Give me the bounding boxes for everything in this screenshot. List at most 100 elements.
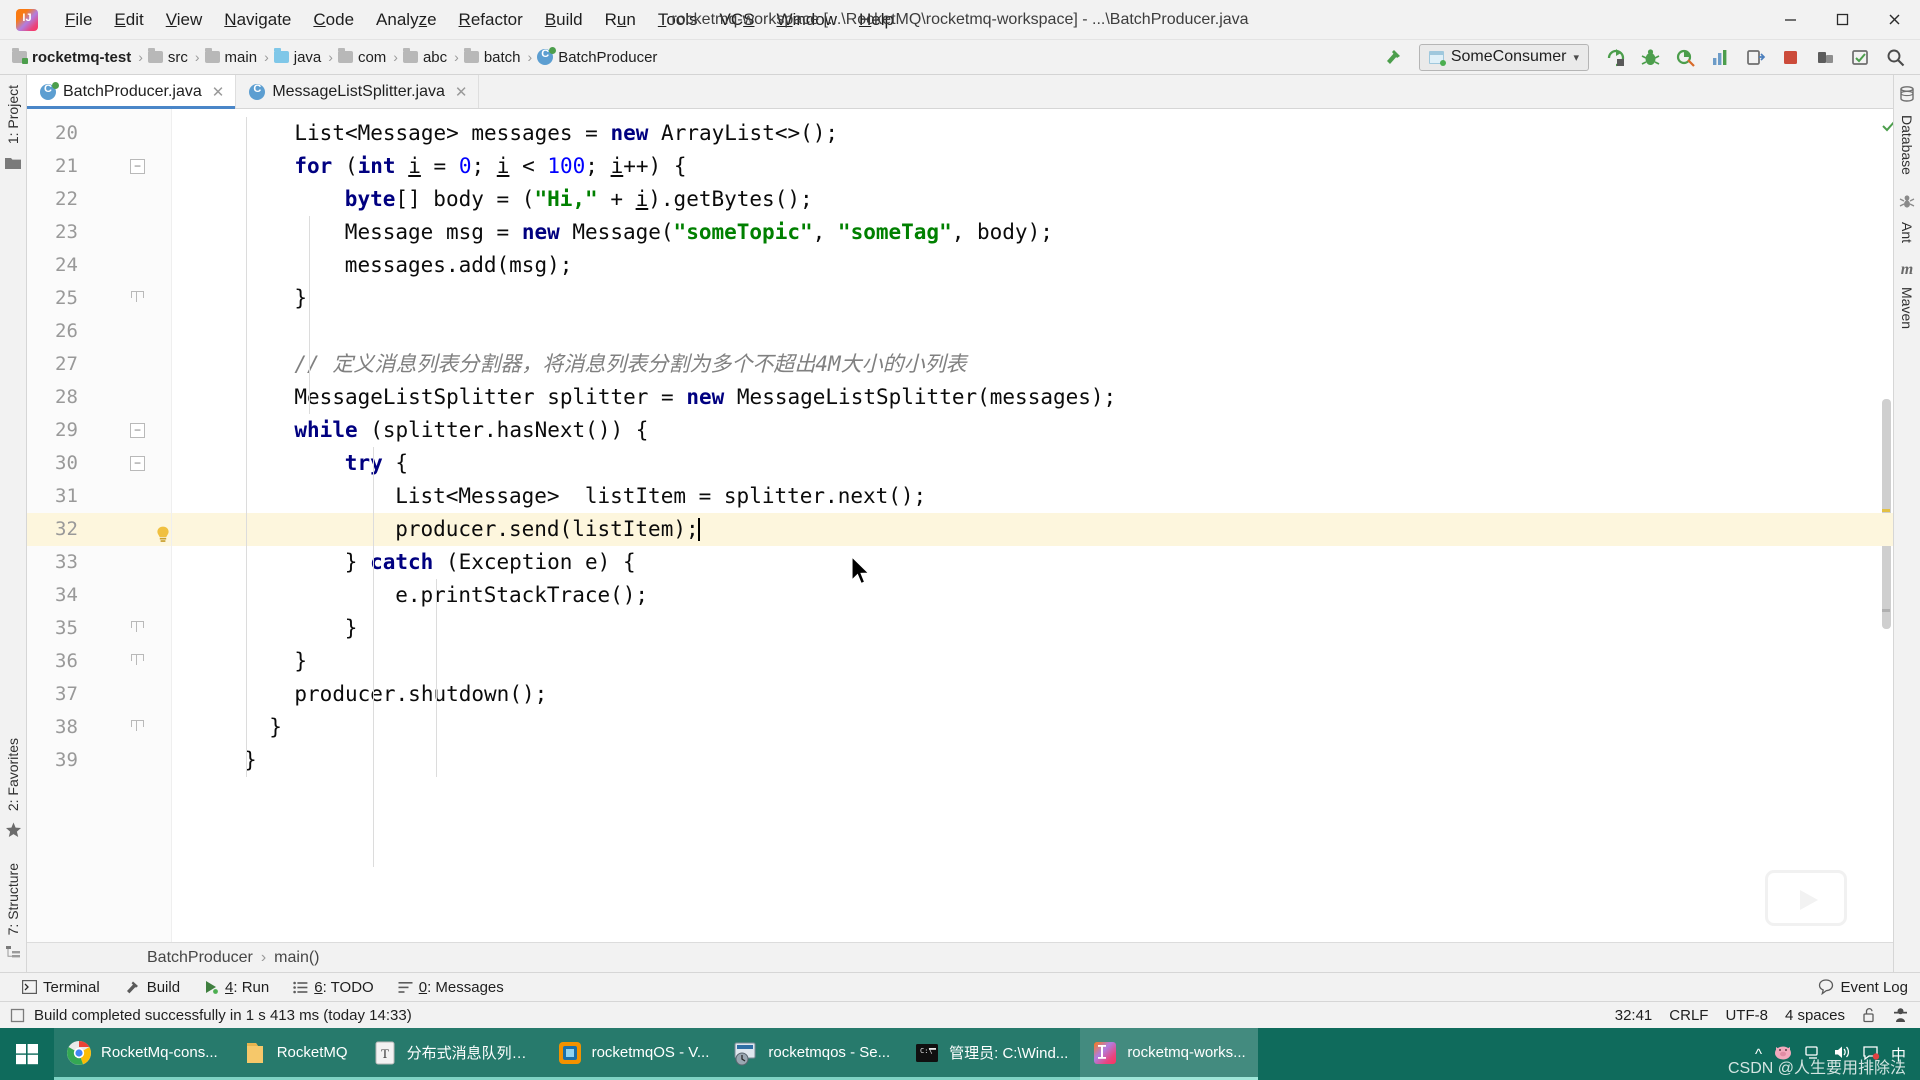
code-line-24[interactable]: messages.add(msg); <box>172 249 1893 282</box>
toolwindow-terminal[interactable]: Terminal <box>10 976 112 999</box>
editor-tab-batchproducer-java[interactable]: BatchProducer.java ✕ <box>27 75 237 109</box>
sidebar-item-ant[interactable]: Ant <box>1897 216 1917 249</box>
taskbar-item-chrome[interactable]: RocketMq-cons... <box>54 1028 230 1080</box>
taskbar-item-xshell[interactable]: rocketmqos - Se... <box>721 1028 903 1080</box>
attach-icon[interactable] <box>1740 43 1770 71</box>
code-line-31[interactable]: List<Message> listItem = splitter.next()… <box>172 480 1893 513</box>
menu-build[interactable]: Build <box>534 6 594 34</box>
fold-end-icon[interactable] <box>130 621 145 636</box>
menu-analyze[interactable]: Analyze <box>365 6 448 34</box>
notification-icon[interactable] <box>1862 1044 1880 1065</box>
menu-run[interactable]: Run <box>594 6 647 34</box>
sidebar-item-structure[interactable]: 7: Structure <box>3 857 23 941</box>
fold-end-icon[interactable] <box>130 654 145 669</box>
sidebar-item-favorites[interactable]: 2: Favorites <box>3 732 23 817</box>
close-icon[interactable]: ✕ <box>212 83 225 101</box>
close-icon[interactable]: ✕ <box>455 83 468 101</box>
code-line-21[interactable]: for (int i = 0; i < 100; i++) { <box>172 150 1893 183</box>
menu-file[interactable]: File <box>54 6 103 34</box>
navbar-crumb-main[interactable]: main <box>204 48 257 66</box>
sidebar-item-database[interactable]: Database <box>1897 109 1917 181</box>
code-line-39[interactable]: } <box>172 744 1893 777</box>
code-line-30[interactable]: try { <box>172 447 1893 480</box>
file-encoding[interactable]: UTF-8 <box>1725 1007 1768 1024</box>
unlocked-icon[interactable] <box>1862 1007 1876 1023</box>
menu-window[interactable]: Window <box>766 6 848 34</box>
editor-gutter[interactable]: 20 21 − 22 23 24 25 26 27 28 29 − 30 − 31 32 33 34 35 36 37 3… <box>27 109 172 942</box>
code-line-36[interactable]: } <box>172 645 1893 678</box>
gutter-line-27[interactable]: 27 <box>27 348 171 381</box>
navbar-crumb-java[interactable]: java <box>273 48 321 66</box>
caret-position[interactable]: 32:41 <box>1615 1007 1653 1024</box>
toolwindow-todo[interactable]: 6: TODO <box>281 976 385 999</box>
breadcrumb-method[interactable]: main() <box>274 949 319 967</box>
gutter-line-31[interactable]: 31 <box>27 480 171 513</box>
menu-navigate[interactable]: Navigate <box>213 6 302 34</box>
toolwindow-run[interactable]: 4: Run <box>192 976 281 999</box>
sidebar-item-project[interactable]: 1: Project <box>3 79 23 150</box>
gutter-line-38[interactable]: 38 <box>27 711 171 744</box>
gutter-line-28[interactable]: 28 <box>27 381 171 414</box>
breadcrumb-class[interactable]: BatchProducer <box>147 949 253 967</box>
menu-code[interactable]: Code <box>302 6 365 34</box>
profiler-icon[interactable] <box>1705 43 1735 71</box>
fold-collapse-icon[interactable]: − <box>130 159 145 174</box>
git-update-icon[interactable] <box>1810 43 1840 71</box>
stop-icon[interactable] <box>1775 43 1805 71</box>
taskbar-item-cmd[interactable]: C:\ 管理员: C:\Wind... <box>902 1028 1081 1080</box>
editor-tab-messagelistsplitter-java[interactable]: MessageListSplitter.java ✕ <box>236 75 480 108</box>
navbar-crumb-src[interactable]: src <box>147 48 188 66</box>
navbar-crumb-abc[interactable]: abc <box>402 48 447 66</box>
build-hammer-icon[interactable] <box>1378 43 1408 71</box>
code-line-32[interactable]: producer.send(listItem); <box>172 513 1893 546</box>
gutter-line-29[interactable]: 29 − <box>27 414 171 447</box>
navbar-crumb-batch[interactable]: batch <box>463 48 521 66</box>
close-button[interactable] <box>1868 0 1920 40</box>
code-line-34[interactable]: e.printStackTrace(); <box>172 579 1893 612</box>
maximize-button[interactable] <box>1816 0 1868 40</box>
gutter-line-33[interactable]: 33 <box>27 546 171 579</box>
gutter-line-30[interactable]: 30 − <box>27 447 171 480</box>
menu-view[interactable]: View <box>155 6 214 34</box>
code-line-38[interactable]: } <box>172 711 1893 744</box>
gutter-line-34[interactable]: 34 <box>27 579 171 612</box>
sidebar-item-maven[interactable]: Maven <box>1897 281 1917 335</box>
intention-bulb-icon[interactable] <box>155 521 171 542</box>
ime-icon[interactable]: 中 <box>1891 1044 1906 1065</box>
fold-end-icon[interactable] <box>130 720 145 735</box>
rerun-icon[interactable] <box>1600 43 1630 71</box>
navbar-crumb-rocketmq-test[interactable]: rocketmq-test <box>12 48 131 66</box>
network-icon[interactable] <box>1804 1044 1822 1065</box>
toolwindow-build[interactable]: Build <box>112 976 192 999</box>
navbar-crumb-com[interactable]: com <box>337 48 386 66</box>
commit-icon[interactable] <box>1845 43 1875 71</box>
menu-refactor[interactable]: Refactor <box>448 6 534 34</box>
menu-tools[interactable]: Tools <box>647 6 709 34</box>
gutter-line-26[interactable]: 26 <box>27 315 171 348</box>
gutter-line-22[interactable]: 22 <box>27 183 171 216</box>
indent-setting[interactable]: 4 spaces <box>1785 1007 1845 1024</box>
line-separator[interactable]: CRLF <box>1669 1007 1708 1024</box>
navbar-crumb-batchproducer[interactable]: BatchProducer <box>537 47 657 66</box>
code-line-23[interactable]: Message msg = new Message("someTopic", "… <box>172 216 1893 249</box>
code-line-35[interactable]: } <box>172 612 1893 645</box>
toolwindow-messages[interactable]: 0: Messages <box>386 976 516 999</box>
code-line-28[interactable]: MessageListSplitter splitter = new Messa… <box>172 381 1893 414</box>
gutter-line-23[interactable]: 23 <box>27 216 171 249</box>
gutter-line-32[interactable]: 32 <box>27 513 171 546</box>
debug-icon[interactable] <box>1635 43 1665 71</box>
search-everywhere-icon[interactable] <box>1880 43 1910 71</box>
code-line-29[interactable]: while (splitter.hasNext()) { <box>172 414 1893 447</box>
menu-vcs[interactable]: VCS <box>709 6 766 34</box>
minimize-button[interactable] <box>1764 0 1816 40</box>
volume-icon[interactable] <box>1833 1044 1851 1065</box>
taskbar-item-vmware[interactable]: rocketmqOS - V... <box>544 1028 722 1080</box>
code-line-25[interactable]: } <box>172 282 1893 315</box>
code-line-27[interactable]: // 定义消息列表分割器，将消息列表分割为多个不超出4M大小的小列表 <box>172 348 1893 381</box>
hector-icon[interactable] <box>1893 1007 1908 1023</box>
taskbar-item-folder[interactable]: RocketMQ <box>229 1028 360 1080</box>
fold-collapse-icon[interactable]: − <box>130 456 145 471</box>
gutter-line-25[interactable]: 25 <box>27 282 171 315</box>
gutter-line-20[interactable]: 20 <box>27 117 171 150</box>
event-log-button[interactable]: Event Log <box>1818 979 1920 996</box>
